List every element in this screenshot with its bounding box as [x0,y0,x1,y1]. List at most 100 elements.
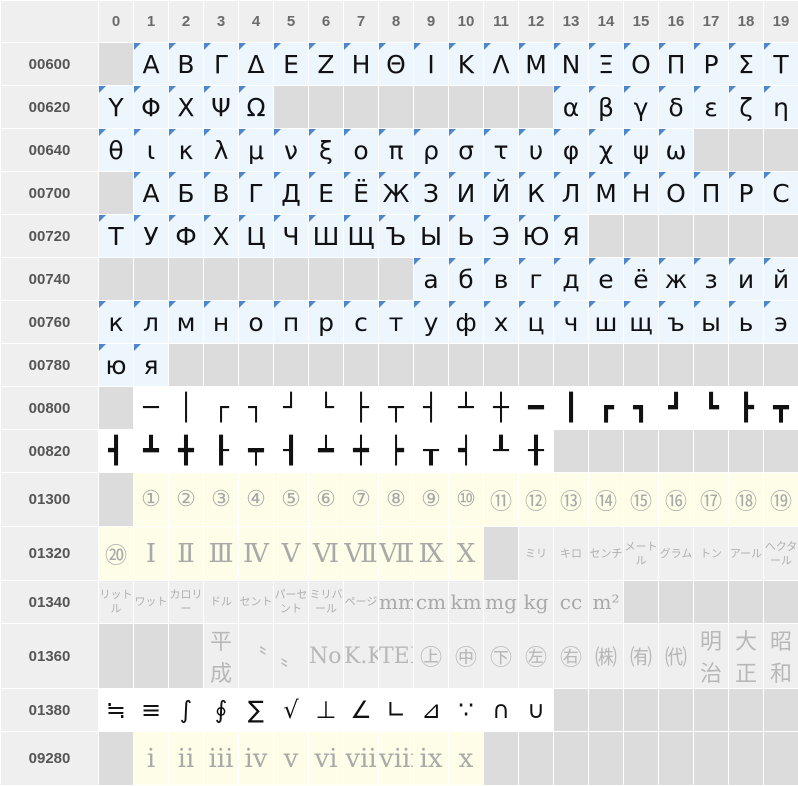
glyph-cell: ⑤ [274,473,309,527]
empty-cell [659,581,694,624]
glyph-cell: mm [379,581,414,624]
glyph-cell: ⅵ [309,732,344,786]
empty-cell [344,86,379,129]
glyph-cell: ⊿ [414,689,449,732]
glyph-cell: ㊤ [414,624,449,689]
glyph-cell: ┰ [414,430,449,473]
column-header-16: 16 [659,1,694,43]
column-header-9: 9 [414,1,449,43]
glyph-cell: в [484,258,519,301]
glyph-cell: ┌ [204,387,239,430]
glyph-cell: ⊥ [309,689,344,732]
glyph-cell: Π [659,43,694,86]
empty-cell [554,344,589,387]
code-row-00640: 00640θικλμνξοπρστυφχψω [1,129,798,172]
empty-cell [729,344,764,387]
glyph-cell: С [764,172,798,215]
empty-cell [624,215,659,258]
empty-cell [694,732,729,786]
glyph-cell: о [239,301,274,344]
glyph-cell: ё [624,258,659,301]
empty-cell [659,215,694,258]
empty-cell [764,732,798,786]
glyph-cell: Х [204,215,239,258]
code-row-01320: 01320⑳ⅠⅡⅢⅣⅤⅥⅦⅧⅨⅩミリキロセンチメートルグラムトンアールヘクタール [1,527,798,581]
glyph-cell: ⑳ [99,527,134,581]
empty-cell [659,689,694,732]
code-row-00620: 00620ΥΦΧΨΩαβγδεζη [1,86,798,129]
glyph-cell: アール [729,527,764,581]
glyph-cell: Ⅷ [379,527,414,581]
glyph-cell: パーセント [274,581,309,624]
glyph-cell: ③ [204,473,239,527]
glyph-cell: β [589,86,624,129]
glyph-cell: ∮ [204,689,239,732]
glyph-cell: е [589,258,624,301]
glyph-cell: М [589,172,624,215]
code-row-00780: 00780юя [1,344,798,387]
row-header: 00720 [1,215,99,258]
glyph-cell: τ [484,129,519,172]
empty-cell [344,344,379,387]
glyph-cell: Т [99,215,134,258]
glyph-cell: ≡ [134,689,169,732]
glyph-cell: ω [659,129,694,172]
glyph-cell: Ⅳ [239,527,274,581]
row-header: 01360 [1,624,99,689]
glyph-cell: Ч [274,215,309,258]
row-header: 01380 [1,689,99,732]
glyph-cell: Σ [729,43,764,86]
code-row-01360: 01360平成〝〟No.K.K.TEL㊤㊥㊦㊧㊨㈱㈲㈹明治大正昭和 [1,624,798,689]
column-header-12: 12 [519,1,554,43]
glyph-cell: Ц [239,215,274,258]
empty-cell [134,624,169,689]
glyph-cell: ζ [729,86,764,129]
glyph-cell: ┛ [659,387,694,430]
empty-cell [624,581,659,624]
column-header-10: 10 [449,1,484,43]
glyph-cell: ⅸ [414,732,449,786]
empty-cell [554,732,589,786]
glyph-cell: π [379,129,414,172]
glyph-cell: mg [484,581,519,624]
code-row-00700: 00700АБВГДЕЁЖЗИЙКЛМНОПРС [1,172,798,215]
glyph-cell: ξ [309,129,344,172]
glyph-cell: ページ [344,581,379,624]
glyph-cell: Ⅶ [344,527,379,581]
glyph-cell: з [694,258,729,301]
glyph-cell: Γ [204,43,239,86]
empty-cell [694,430,729,473]
glyph-cell: ж [659,258,694,301]
glyph-cell: ├ [344,387,379,430]
glyph-cell: ⑱ [729,473,764,527]
glyph-cell: Ⅵ [309,527,344,581]
glyph-cell: ⑨ [414,473,449,527]
glyph-cell: Щ [344,215,379,258]
empty-cell [99,732,134,786]
empty-cell [484,732,519,786]
glyph-cell: ┻ [134,430,169,473]
empty-cell [484,344,519,387]
glyph-cell: キロ [554,527,589,581]
code-row-00760: 00760клмнопрстуфхцчшщъыьэ [1,301,798,344]
empty-cell [519,732,554,786]
glyph-cell: Τ [764,43,798,86]
empty-cell [729,689,764,732]
glyph-cell: ┠ [204,430,239,473]
glyph-cell: и [729,258,764,301]
glyph-cell: γ [624,86,659,129]
empty-cell [519,86,554,129]
glyph-cell: Λ [484,43,519,86]
glyph-cell: Ы [414,215,449,258]
glyph-cell: ┝ [379,430,414,473]
glyph-cell: ⑬ [554,473,589,527]
code-row-00800: 00800─│┌┐┘└├┬┤┴┼━┃┏┓┛┗┣┳ [1,387,798,430]
empty-cell [729,215,764,258]
glyph-cell: В [204,172,239,215]
glyph-cell: ┣ [729,387,764,430]
glyph-cell: ┷ [309,430,344,473]
glyph-cell: Е [309,172,344,215]
glyph-cell: ⅱ [169,732,204,786]
glyph-cell: ц [519,301,554,344]
glyph-cell: ┸ [484,430,519,473]
